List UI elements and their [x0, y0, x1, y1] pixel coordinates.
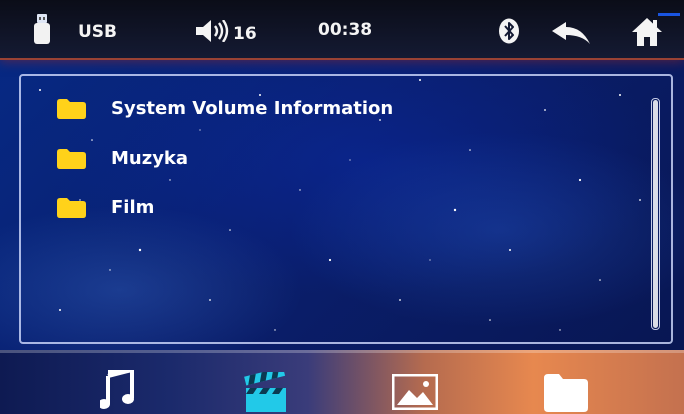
- list-item[interactable]: Muzyka: [57, 148, 188, 169]
- bluetooth-icon: [499, 18, 519, 44]
- media-browser-screen: USB 16 00:38 System Volume Information M…: [0, 0, 684, 414]
- back-arrow-icon: [552, 22, 590, 44]
- corner-indicator: [658, 0, 680, 16]
- tab-folders[interactable]: [544, 374, 588, 414]
- speaker-icon: [196, 20, 229, 42]
- status-bar: USB 16 00:38: [0, 0, 684, 60]
- clock-text: 00:38: [318, 20, 373, 40]
- tab-pictures[interactable]: [391, 373, 439, 414]
- folder-icon: [57, 148, 86, 169]
- home-button[interactable]: [632, 18, 662, 46]
- picture-icon: [391, 373, 439, 411]
- volume-level: 16: [233, 24, 257, 44]
- scrollbar[interactable]: [651, 98, 660, 330]
- list-item[interactable]: Film: [57, 197, 154, 218]
- tab-video[interactable]: [244, 367, 288, 414]
- category-tab-bar: [0, 350, 684, 414]
- folder-icon: [57, 197, 86, 218]
- source-label: USB: [78, 22, 117, 42]
- folder-icon: [544, 374, 588, 412]
- bluetooth-button[interactable]: [498, 18, 520, 44]
- music-note-icon: [98, 364, 134, 409]
- usb-drive-icon: [34, 14, 50, 44]
- home-icon: [632, 18, 662, 46]
- folder-name: Muzyka: [111, 148, 189, 169]
- scrollbar-thumb[interactable]: [653, 100, 658, 328]
- volume-control[interactable]: 16: [196, 18, 257, 44]
- list-item[interactable]: System Volume Information: [57, 98, 393, 119]
- source-text: USB: [78, 22, 118, 42]
- folder-name: Film: [111, 197, 155, 218]
- clock: 00:38: [318, 20, 372, 40]
- folder-name: System Volume Information: [111, 98, 394, 119]
- folder-icon: [57, 98, 86, 119]
- tab-music[interactable]: [98, 364, 134, 414]
- file-list-panel: System Volume Information Muzyka Film: [19, 74, 673, 344]
- clapperboard-icon: [244, 367, 286, 412]
- back-button[interactable]: [552, 22, 590, 44]
- tab-bar-highlight: [0, 350, 684, 353]
